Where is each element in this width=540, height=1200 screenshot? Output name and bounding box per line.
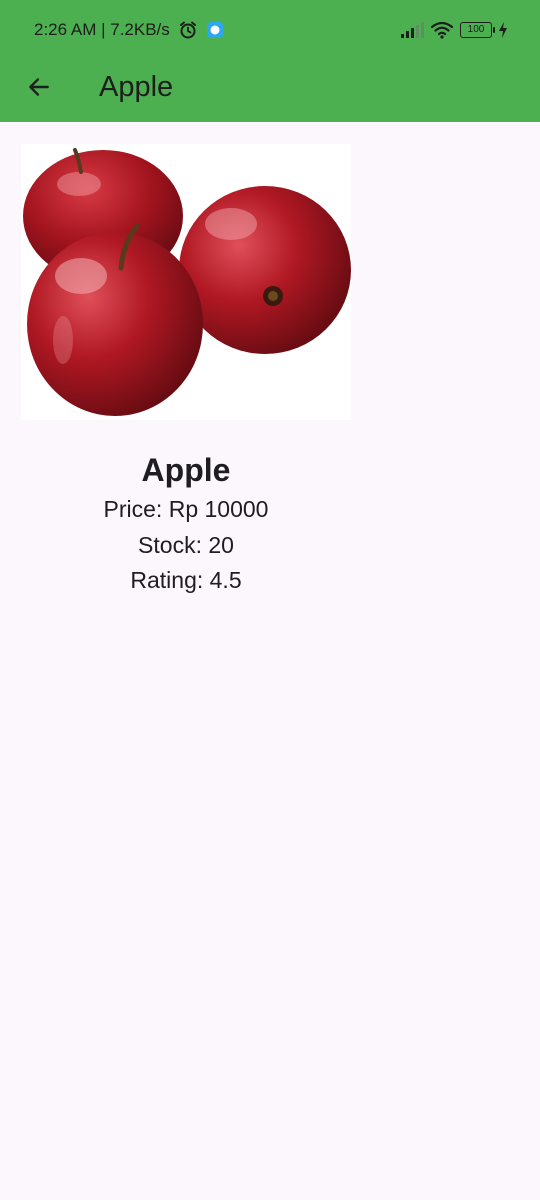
wifi-icon xyxy=(430,21,454,39)
product-stock: Stock: 20 xyxy=(138,531,234,558)
product-price: Price: Rp 10000 xyxy=(103,496,269,522)
status-right: 100 xyxy=(400,18,508,42)
status-left: 2:26 AM | 7.2KB/s xyxy=(34,18,224,42)
app-bar-title: Apple xyxy=(99,71,174,103)
status-time-speed: 2:26 AM | 7.2KB/s xyxy=(34,20,170,39)
status-bar: 2:26 AM | 7.2KB/s 100 xyxy=(0,0,540,60)
charging-icon xyxy=(499,22,507,38)
arrow-back-icon xyxy=(29,78,49,96)
battery-icon: 100 xyxy=(460,22,495,38)
product-rating: Rating: 4.5 xyxy=(130,567,242,593)
product-name: Apple xyxy=(141,452,231,488)
back-button[interactable] xyxy=(22,70,56,104)
product-info: Apple Price: Rp 10000 Stock: 20 Rating: … xyxy=(21,448,351,599)
battery-level: 100 xyxy=(467,24,485,35)
signal-icon xyxy=(401,22,424,38)
alarm-icon xyxy=(179,21,196,39)
chat-notification-icon xyxy=(206,22,223,38)
app-bar: Apple xyxy=(0,60,540,122)
product-image xyxy=(21,144,351,420)
red-apples-photo-icon xyxy=(21,144,351,420)
